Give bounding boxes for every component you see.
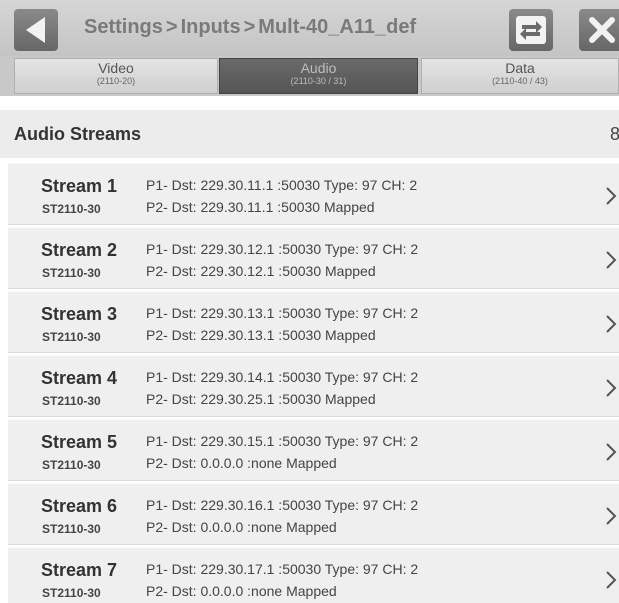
swap-arrows-icon xyxy=(516,16,546,44)
stream-p1-info: P1- Dst: 229.30.14.1 :50030 Type: 97 CH:… xyxy=(146,369,419,385)
stream-name: Stream 3 xyxy=(41,304,118,324)
stream-p2-info: P2- Dst: 229.30.11.1 :50030 Mapped xyxy=(146,199,375,215)
chevron-right-icon xyxy=(606,379,617,397)
stream-name: Stream 2 xyxy=(41,240,118,260)
tab-label: Video xyxy=(98,60,134,76)
stream-p2-info: P2- Dst: 229.30.13.1 :50030 Mapped xyxy=(146,327,376,343)
stream-type: ST2110-30 xyxy=(42,394,101,408)
section-title: Audio Streams xyxy=(14,124,142,144)
chevron-right-icon xyxy=(606,507,617,525)
stream-type: ST2110-30 xyxy=(42,266,101,280)
stream-count: 8 xyxy=(610,124,619,144)
swap-button[interactable] xyxy=(509,9,553,51)
stream-row-1[interactable]: Stream 1 ST2110-30 P1- Dst: 229.30.11.1 … xyxy=(8,163,619,225)
stream-p2-info: P2- Dst: 0.0.0.0 :none Mapped xyxy=(146,455,337,471)
tab-sublabel: (2110-20) xyxy=(96,76,136,86)
stream-p1-info: P1- Dst: 229.30.16.1 :50030 Type: 97 CH:… xyxy=(146,497,419,513)
stream-p2-info: P2- Dst: 229.30.12.1 :50030 Mapped xyxy=(146,263,376,279)
tab-video[interactable]: Video (2110-20) xyxy=(14,58,218,94)
breadcrumb: Settings > Inputs > Mult-40_A11_def xyxy=(84,16,416,39)
tab-label: Audio xyxy=(300,60,337,76)
stream-row-2[interactable]: Stream 2 ST2110-30 P1- Dst: 229.30.12.1 … xyxy=(8,227,619,289)
stream-type: ST2110-30 xyxy=(42,522,101,536)
breadcrumb-separator: > xyxy=(165,16,178,38)
stream-p2-info: P2- Dst: 229.30.25.1 :50030 Mapped xyxy=(146,391,376,407)
breadcrumb-inputs[interactable]: Inputs xyxy=(181,16,241,38)
stream-p1-info: P1- Dst: 229.30.11.1 :50030 Type: 97 CH:… xyxy=(146,177,418,193)
stream-p1-info: P1- Dst: 229.30.13.1 :50030 Type: 97 CH:… xyxy=(146,305,419,321)
close-x-icon xyxy=(589,17,615,43)
stream-row-7[interactable]: Stream 7 ST2110-30 P1- Dst: 229.30.17.1 … xyxy=(8,547,619,603)
back-button[interactable] xyxy=(14,9,58,51)
stream-p1-info: P1- Dst: 229.30.15.1 :50030 Type: 97 CH:… xyxy=(146,433,419,449)
stream-row-5[interactable]: Stream 5 ST2110-30 P1- Dst: 229.30.15.1 … xyxy=(8,419,619,481)
stream-type: ST2110-30 xyxy=(42,202,101,216)
tab-bar: Video (2110-20) Audio (2110-30 / 31) Dat… xyxy=(0,56,619,96)
stream-name: Stream 7 xyxy=(41,560,118,580)
stream-row-3[interactable]: Stream 3 ST2110-30 P1- Dst: 229.30.13.1 … xyxy=(8,291,619,353)
breadcrumb-separator: > xyxy=(243,16,256,38)
stream-p2-info: P2- Dst: 0.0.0.0 :none Mapped xyxy=(146,583,337,599)
stream-type: ST2110-30 xyxy=(42,330,101,344)
tab-label: Data xyxy=(505,60,535,76)
tab-sublabel: (2110-40 / 43) xyxy=(492,76,548,86)
audio-streams-header: Audio Streams 8 xyxy=(0,110,619,158)
close-button[interactable] xyxy=(579,9,619,51)
stream-name: Stream 6 xyxy=(41,496,118,516)
breadcrumb-current: Mult-40_A11_def xyxy=(258,16,417,38)
stream-p1-info: P1- Dst: 229.30.17.1 :50030 Type: 97 CH:… xyxy=(146,561,419,577)
chevron-right-icon xyxy=(606,315,617,333)
chevron-right-icon xyxy=(606,443,617,461)
stream-row-4[interactable]: Stream 4 ST2110-30 P1- Dst: 229.30.14.1 … xyxy=(8,355,619,417)
chevron-right-icon xyxy=(606,571,617,589)
tab-data[interactable]: Data (2110-40 / 43) xyxy=(421,58,619,94)
stream-type: ST2110-30 xyxy=(42,586,101,600)
tab-sublabel: (2110-30 / 31) xyxy=(290,76,347,86)
chevron-right-icon xyxy=(606,187,617,205)
chevron-right-icon xyxy=(606,251,617,269)
header-bar: Settings > Inputs > Mult-40_A11_def xyxy=(0,0,619,56)
stream-p2-info: P2- Dst: 0.0.0.0 :none Mapped xyxy=(146,519,337,535)
tab-audio[interactable]: Audio (2110-30 / 31) xyxy=(219,58,418,94)
stream-name: Stream 1 xyxy=(41,176,118,196)
stream-p1-info: P1- Dst: 229.30.12.1 :50030 Type: 97 CH:… xyxy=(146,241,419,257)
back-arrow-icon xyxy=(26,17,45,43)
stream-type: ST2110-30 xyxy=(42,458,101,472)
breadcrumb-settings[interactable]: Settings xyxy=(84,16,163,38)
stream-name: Stream 5 xyxy=(41,432,118,452)
stream-row-6[interactable]: Stream 6 ST2110-30 P1- Dst: 229.30.16.1 … xyxy=(8,483,619,545)
stream-name: Stream 4 xyxy=(41,368,118,388)
